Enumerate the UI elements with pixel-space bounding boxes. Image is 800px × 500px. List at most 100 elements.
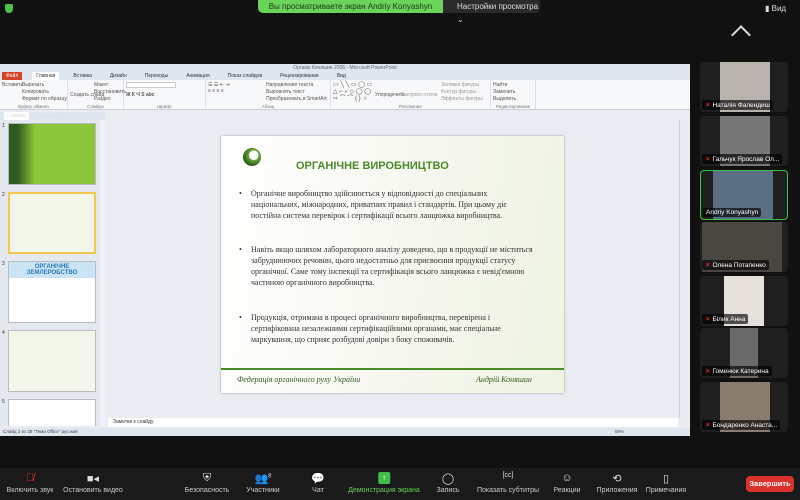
text-direction-button[interactable]: Направление текста <box>266 82 327 89</box>
captions-button[interactable]: [cc] Показать субтитры <box>477 472 539 494</box>
participant-name: Andriy Konyashyn <box>706 209 759 216</box>
quick-styles-button[interactable]: Экспресс-стили <box>401 92 438 98</box>
shape-effects-button[interactable]: Эффекты фигуры <box>441 96 483 103</box>
view-button[interactable]: ▮ Вид <box>765 4 786 13</box>
slide-thumbnail-5[interactable] <box>8 399 96 426</box>
notes-icon: ▯ <box>662 473 670 485</box>
mic-muted-icon: ✕ <box>705 102 711 109</box>
tab-file[interactable]: Файл <box>2 72 23 80</box>
group-slides: Создать слайд Макет Восстановить Раздел Слай… <box>68 80 126 109</box>
slide-thumbnail-1[interactable] <box>8 123 96 185</box>
participants-button[interactable]: 👥8 Участники <box>246 472 279 494</box>
chat-label: Чат <box>312 487 324 494</box>
font-name-select[interactable] <box>126 82 176 88</box>
replace-button[interactable]: Заменить <box>493 89 533 96</box>
tab-view[interactable]: Вид <box>333 72 350 80</box>
security-label: Безопасность <box>184 487 230 494</box>
sharing-banner: Вы просматриваете экран Andriy Konyashyn <box>258 0 443 13</box>
shape-outline-button[interactable]: Контур фигуры <box>441 89 483 96</box>
participant-tile[interactable]: ✕ Гальчук Ярослав Ол... <box>700 116 788 166</box>
record-button[interactable]: ◯ Запись <box>437 472 460 494</box>
participant-name: Наталія Фалендиш <box>712 102 770 109</box>
tab-animation[interactable]: Анимация <box>182 72 213 80</box>
participant-name: Олена Потапенко <box>712 262 766 269</box>
tab-design[interactable]: Дизайн <box>106 72 131 80</box>
chevron-up-icon[interactable] <box>731 25 751 45</box>
convert-smartart-button[interactable]: Преобразовать в SmartArt <box>266 96 327 103</box>
tab-slides[interactable]: Слайды <box>4 112 29 120</box>
shape-fill-button[interactable]: Заливка фигуры <box>441 82 483 89</box>
mic-muted-icon: ✕ <box>705 316 711 323</box>
unmute-button[interactable]: 🎙̸ Включить звук <box>7 472 54 494</box>
view-settings-dropdown[interactable]: Настройки просмотра ⌄ <box>443 0 540 24</box>
tab-slideshow[interactable]: Показ слайдов <box>224 72 266 80</box>
reactions-button[interactable]: ☺ Реакции <box>553 472 580 494</box>
slide-scrollbar[interactable] <box>679 120 688 418</box>
security-button[interactable]: ⛨ Безопасность <box>185 472 230 494</box>
mic-muted-icon: ✕ <box>705 262 711 269</box>
chat-button[interactable]: 💬 Чат <box>311 472 325 494</box>
slide-bullet: Навіть якщо шляхом лабораторного аналізу… <box>239 244 536 288</box>
participant-name: Гальчук Ярослав Ол... <box>712 156 780 163</box>
participants-count: 8 <box>268 473 272 480</box>
smiley-icon: ☺ <box>561 472 573 484</box>
participant-tile-active-speaker[interactable]: Andriy Konyashyn <box>700 170 788 220</box>
copy-button[interactable]: Копировать <box>22 89 67 96</box>
notes-field[interactable]: Заметки к слайду <box>108 418 678 427</box>
stop-video-label: Остановить видео <box>63 487 123 494</box>
section-button[interactable]: Раздел <box>94 96 126 103</box>
align-text-button[interactable]: Выровнять текст <box>266 89 327 96</box>
slide-bullet: Продукція, отримана в процесі органічног… <box>239 312 536 345</box>
group-label: Слайды <box>87 104 104 109</box>
participant-name: Гоменюк Катерина <box>712 368 769 375</box>
tab-transitions[interactable]: Переходы <box>141 72 172 80</box>
tab-review[interactable]: Рецензирование <box>276 72 323 80</box>
format-painter-button[interactable]: Формат по образцу <box>22 96 67 103</box>
zoom-level[interactable]: 59% <box>615 428 624 436</box>
layout-button[interactable]: Макет <box>94 82 126 89</box>
apps-button[interactable]: ⟲ Приложения <box>597 472 638 494</box>
view-settings-label: Настройки просмотра <box>457 2 539 11</box>
group-clipboard: Вставить Вырезать Копировать Формат по обра… <box>0 80 68 109</box>
select-button[interactable]: Выделить <box>493 96 533 103</box>
mic-muted-icon: ✕ <box>705 368 711 375</box>
captions-label: Показать субтитры <box>476 487 540 494</box>
reactions-label: Реакции <box>553 487 581 494</box>
slide-thumbnail-3[interactable]: ОРГАНІЧНЕ ЗЕМЛЕРОБСТВО <box>8 261 96 323</box>
group-font: Ж К Ч S abc Шрифт <box>124 80 206 109</box>
share-screen-button[interactable]: ↑ Демонстрация экрана <box>348 472 420 494</box>
slide-thumbnail-4[interactable] <box>8 330 96 392</box>
view-label: Вид <box>771 4 787 13</box>
participant-tile[interactable]: ✕ Гоменюк Катерина <box>700 328 788 378</box>
thumbnails-scrollbar[interactable] <box>100 120 105 426</box>
tab-outline[interactable]: Структура <box>37 112 61 120</box>
tab-insert[interactable]: Вставка <box>69 72 96 80</box>
font-format-buttons[interactable]: Ж К Ч S abc <box>126 92 203 98</box>
group-paragraph: Направление текста Выровнять текст Преобра… <box>206 80 331 109</box>
stop-video-button[interactable]: ■◂ Остановить видео <box>63 472 123 494</box>
people-icon: 👥8 <box>254 473 272 485</box>
cut-button[interactable]: Вырезать <box>22 82 67 89</box>
group-label: Шрифт <box>157 104 172 109</box>
end-meeting-button[interactable]: Завершить <box>746 476 794 492</box>
notes-button[interactable]: ▯ Примечания <box>646 472 686 494</box>
tab-home[interactable]: Главная <box>32 72 60 80</box>
mic-muted-icon: 🎙̸ <box>25 472 35 484</box>
apps-label: Приложения <box>596 487 638 494</box>
participant-tile[interactable]: ✕ Бондаренко Анаста... <box>700 382 788 432</box>
participant-tile[interactable]: ✕ Олена Потапенко <box>700 222 788 272</box>
thumb-number: 2 <box>2 192 5 198</box>
thumb3-title: ОРГАНІЧНЕ ЗЕМЛЕРОБСТВО <box>9 262 95 278</box>
find-button[interactable]: Найти <box>493 82 533 89</box>
shield-icon: ⛨ <box>202 472 212 484</box>
window-title: Органік Коняшин 2006 - Microsoft PowerPo… <box>0 64 690 72</box>
chat-bubble-icon: 💬 <box>311 473 325 485</box>
group-label: Рисование <box>399 104 422 109</box>
slide-footer-right: Андрій Коняшин <box>476 375 532 384</box>
thumb-number: 4 <box>2 330 5 336</box>
participant-tile[interactable]: ✕ Білик Анна <box>700 276 788 326</box>
slide-thumbnail-2-selected[interactable] <box>8 192 96 254</box>
footer-divider <box>221 368 564 370</box>
reset-button[interactable]: Восстановить <box>94 89 126 96</box>
participant-tile[interactable]: ✕ Наталія Фалендиш <box>700 62 788 112</box>
